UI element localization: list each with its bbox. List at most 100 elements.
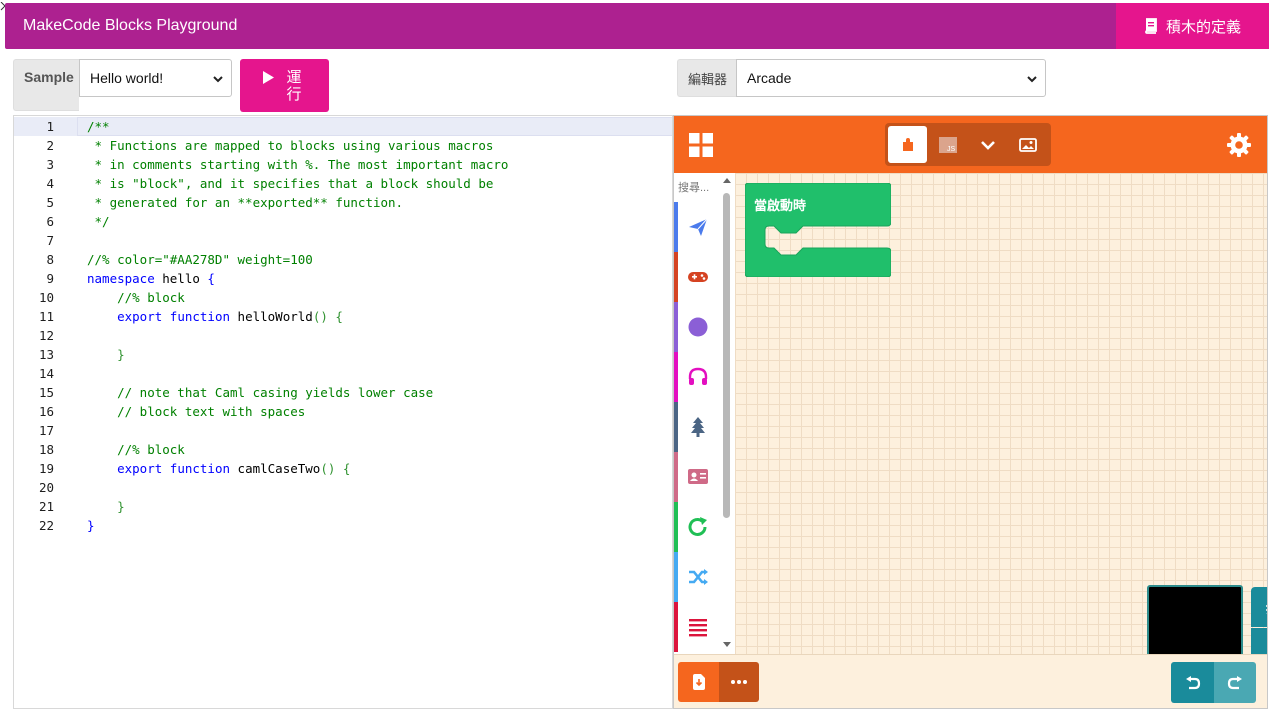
simulator-screen[interactable] <box>1147 585 1243 657</box>
category-color-bar <box>674 402 678 452</box>
line-number: 10 <box>38 290 54 305</box>
info-icon <box>688 469 708 484</box>
code-line[interactable]: 19 export function camlCaseTwo() { <box>14 459 672 478</box>
gear-icon[interactable] <box>1226 132 1252 158</box>
toolbox-category[interactable] <box>674 552 722 602</box>
scroll-up-icon[interactable] <box>723 178 731 183</box>
line-number: 4 <box>46 176 54 191</box>
line-number: 5 <box>46 195 54 210</box>
code-token: */ <box>87 214 110 229</box>
toolbox-search-input[interactable]: 搜尋... <box>678 179 722 195</box>
blocks-toolbar: JS <box>674 116 1267 173</box>
line-number: 11 <box>38 309 54 324</box>
undo-button[interactable] <box>1171 662 1214 703</box>
line-number: 13 <box>38 347 54 362</box>
block-toolbox: 搜尋... <box>674 173 735 654</box>
download-button[interactable] <box>678 662 719 702</box>
code-line[interactable]: 16 // block text with spaces <box>14 402 672 421</box>
blocks-mode-button[interactable] <box>888 126 927 163</box>
line-number: 21 <box>38 499 54 514</box>
line-number: 9 <box>46 271 54 286</box>
toolbox-category[interactable] <box>674 302 722 352</box>
code-text: * is "block", and it specifies that a bl… <box>87 174 494 193</box>
code-text: // block text with spaces <box>87 402 305 421</box>
sample-select[interactable]: Hello world! <box>79 59 232 97</box>
line-number: 7 <box>46 233 54 248</box>
more-modes-button[interactable] <box>968 126 1007 163</box>
code-line[interactable]: 13 } <box>14 345 672 364</box>
code-line[interactable]: 22} <box>14 516 672 535</box>
app-title: MakeCode Blocks Playground <box>23 17 238 34</box>
code-token: } <box>87 347 125 362</box>
code-editor[interactable]: 1 /** 2 * Functions are mapped to blocks u… <box>13 115 673 709</box>
toolbox-category[interactable] <box>674 402 722 452</box>
code-line[interactable]: 14 <box>14 364 672 383</box>
code-line[interactable]: 18 //% block <box>14 440 672 459</box>
code-text: } <box>87 345 125 364</box>
code-line[interactable]: 15 // note that Caml casing yields lower… <box>14 383 672 402</box>
code-line[interactable]: 5 * generated for an **exported** functi… <box>14 193 672 212</box>
redo-icon <box>1227 675 1242 689</box>
scroll-down-icon[interactable] <box>723 642 731 647</box>
line-number: 22 <box>38 518 54 533</box>
line-number: 17 <box>38 423 54 438</box>
download-icon <box>692 674 705 690</box>
category-color-bar <box>674 552 678 602</box>
toolbox-category[interactable] <box>674 452 722 502</box>
blocks-workspace[interactable]: 當啟動時 <box>735 173 1267 707</box>
run-button[interactable]: 運行 <box>240 59 329 112</box>
code-line[interactable]: 3 * in comments starting with %. The mos… <box>14 155 672 174</box>
code-text: export function helloWorld() { <box>87 307 343 326</box>
code-text: namespace hello { <box>87 269 215 288</box>
toolbox-scrollbar[interactable] <box>723 193 730 518</box>
javascript-mode-button[interactable]: JS <box>928 126 967 163</box>
code-line[interactable]: 6 */ <box>14 212 672 231</box>
toolbox-category[interactable] <box>674 502 722 552</box>
code-line[interactable]: 1 /** <box>14 117 672 136</box>
code-token: hello <box>154 271 208 286</box>
music-icon <box>688 367 708 385</box>
code-line[interactable]: 21 } <box>14 497 672 516</box>
more-options-button[interactable] <box>719 662 759 702</box>
editor-select[interactable]: Arcade <box>736 59 1046 97</box>
block-definitions-button[interactable]: 積木的定義 <box>1116 3 1269 49</box>
toolbox-category[interactable] <box>674 602 722 652</box>
line-number: 20 <box>38 480 54 495</box>
chevron-down-icon <box>213 76 223 83</box>
redo-button[interactable] <box>1214 662 1256 703</box>
blocks-footer <box>674 654 1267 708</box>
code-line[interactable]: 20 <box>14 478 672 497</box>
code-token: //% block <box>87 290 185 305</box>
code-line[interactable]: 7 <box>14 231 672 250</box>
line-number: 1 <box>46 119 54 134</box>
code-token: namespace <box>87 271 155 286</box>
on-start-block-label: 當啟動時 <box>754 198 807 213</box>
code-line[interactable]: 10 //% block <box>14 288 672 307</box>
code-token: //% color="#AA278D" weight=100 <box>87 252 313 267</box>
chevron-down-icon <box>980 140 995 150</box>
code-text: } <box>87 516 95 535</box>
home-grid-icon[interactable] <box>689 133 713 157</box>
code-line[interactable]: 8 //% color="#AA278D" weight=100 <box>14 250 672 269</box>
toolbox-category[interactable] <box>674 202 722 252</box>
code-line[interactable]: 9 namespace hello { <box>14 269 672 288</box>
code-token: } <box>87 518 95 533</box>
line-number: 2 <box>46 138 54 153</box>
code-token: () { <box>320 461 351 476</box>
debug-button[interactable] <box>1251 587 1267 627</box>
code-line[interactable]: 12 <box>14 326 672 345</box>
code-line[interactable]: 17 <box>14 421 672 440</box>
code-line[interactable]: 11 export function helloWorld() { <box>14 307 672 326</box>
code-line[interactable]: 2 * Functions are mapped to blocks using… <box>14 136 672 155</box>
assets-mode-button[interactable] <box>1008 126 1047 163</box>
code-line[interactable]: 4 * is "block", and it specifies that a … <box>14 174 672 193</box>
toolbox-category[interactable] <box>674 252 722 302</box>
scene-icon <box>691 417 705 437</box>
toolbox-category[interactable] <box>674 352 722 402</box>
code-text: * generated for an **exported** function… <box>87 193 404 212</box>
loops-icon <box>688 517 707 536</box>
editor-mode-toggle: JS <box>885 123 1051 166</box>
code-token: * generated for an **exported** function… <box>87 195 404 210</box>
category-color-bar <box>674 452 678 502</box>
